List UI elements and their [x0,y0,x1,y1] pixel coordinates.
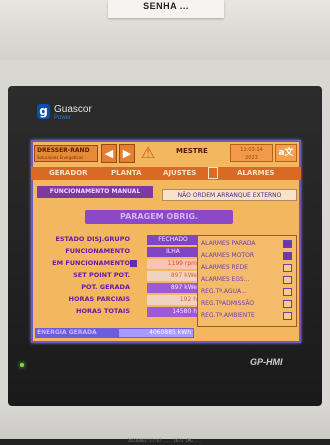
alarm-panel: ALARMES PARADA ALARMES MOTOR ALARMES RED… [197,235,297,327]
clock: 11:03:14 2023 [230,144,273,162]
grid-icon[interactable] [208,167,218,179]
company-name: DRESSER-RAND [37,147,90,154]
power-led-icon [20,363,24,367]
alarm-label: REG.Tª.AGUA... [201,288,247,295]
row-label: EM FUNCIONAMENTO [52,259,130,267]
company-box: DRESSER-RAND Soluciones Energeticas [34,145,98,162]
prev-arrow-icon[interactable]: ◀ [101,144,117,163]
next-arrow-icon[interactable]: ▶ [119,144,135,163]
alarm-indicator[interactable] [283,312,292,320]
row-value: 14580 h [147,307,199,317]
hmi-screen: DRESSER-RAND Soluciones Energeticas ◀ ▶ … [31,140,301,343]
company-sub: Soluciones Energeticas [37,155,84,160]
energy-label: ENERGIA GERADA [37,329,97,336]
clock-text: 11:03:14 2023 [240,147,263,161]
alarm-label: ALARMES PARADA [201,240,256,247]
alarm-indicator[interactable] [283,264,292,272]
alarm-indicator[interactable] [283,252,292,260]
energy-value: 4060885 kWh [119,329,193,337]
alarm-label: ALARMES EGS... [201,276,250,283]
tab-planta[interactable]: PLANTA [111,169,142,177]
row-label: FUNCIONAMENTO [65,247,130,255]
wall-label-paper: SENHA ... [108,0,224,18]
alarm-label: ALARMES MOTOR [201,252,254,259]
alarm-indicator[interactable] [283,300,292,308]
photo-footer-strip: 20230802 11:07 ... 1623 IMG ... [0,438,330,445]
tab-ajustes[interactable]: AJUSTES [163,169,196,177]
row-label: SET POINT POT. [73,271,130,279]
alarm-label: ALARMES REDE [201,264,248,271]
warning-icon[interactable]: ⚠ [138,144,158,162]
row-value: FECHADO [147,235,199,245]
alarm-indicator[interactable] [283,288,292,296]
alarm-indicator[interactable] [283,240,292,248]
model-label: GP-HMI [250,357,283,367]
brand-mark-icon: g [37,104,50,119]
alarm-label: REG.TªADMISSÃO [201,300,255,307]
main-menu: GERADOR PLANTA AJUSTES ALARMES [31,167,301,180]
tab-gerador[interactable]: GERADOR [49,169,88,177]
row-value: 897 kWe [147,283,199,293]
language-icon[interactable]: a文 [275,144,297,162]
external-start-status: NÃO ORDEM ARRANQUE EXTERNO [162,189,297,201]
top-bar: DRESSER-RAND Soluciones Energeticas ◀ ▶ … [31,140,301,165]
wall-label-text: SENHA ... [143,1,189,11]
alarm-label: REG.Tª.AMBIENTE [201,312,255,319]
row-value: 192 h [147,295,199,305]
mode-manual-button[interactable]: FUNCIONAMENTO MANUAL [37,186,153,198]
row-label: ESTADO DISJ.GRUPO [55,235,130,243]
status-rows: ESTADO DISJ.GRUPO FECHADO FUNCIONAMENTO … [31,235,199,340]
brand-name: Guascor [54,104,92,115]
energy-bar: ENERGIA GERADA 4060885 kWh [35,328,194,338]
row-label: HORAS TOTAIS [76,307,130,315]
brand-logo: g Guascor Power [37,104,107,126]
row-label: POT. GERADA [81,283,130,291]
stop-banner: PARAGEM OBRIG. [85,210,233,224]
run-indicator [130,260,137,267]
photo-footer-text: 20230802 11:07 ... 1623 IMG ... [127,438,203,443]
row-value: 1199 rpm [147,259,199,269]
mode-label: MESTRE [176,147,208,155]
brand-sub: Power [54,115,72,121]
alarm-indicator[interactable] [283,276,292,284]
row-value: ILHA [147,247,199,257]
row-label: HORAS PARCIAIS [68,295,130,303]
row-value[interactable]: 897 kWe [147,271,199,281]
tab-alarmes[interactable]: ALARMES [237,169,274,177]
